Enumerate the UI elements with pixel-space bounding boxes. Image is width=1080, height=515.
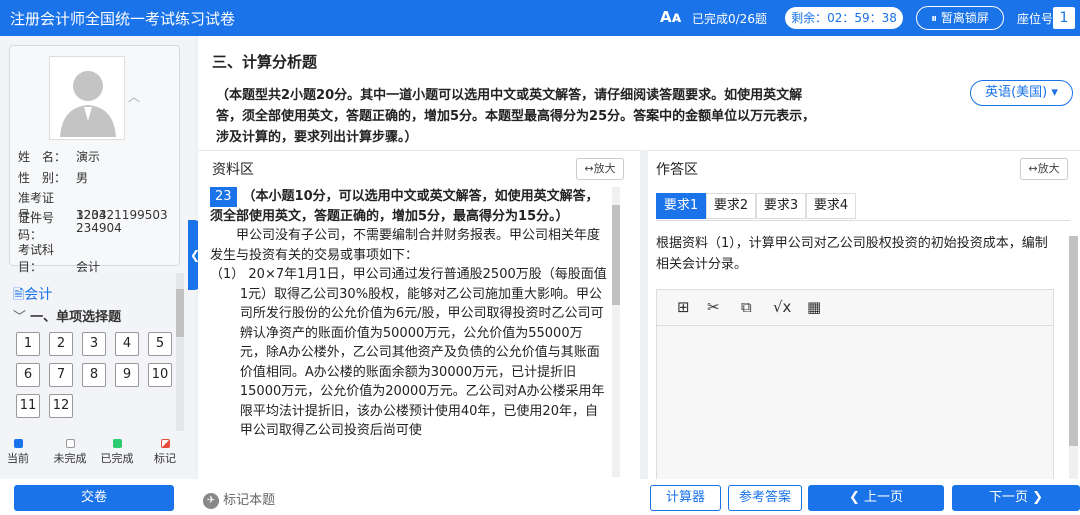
question-button[interactable]: 4 [115,332,139,356]
question-number: 23 [210,187,237,207]
cut-icon[interactable]: ✂ [707,298,720,316]
unanswered-swatch [65,439,75,448]
main-content: 三、计算分析题 （本题型共2小题20分。其中一道小题可以选用中文或英文解答，请仔… [198,36,1080,480]
tab-requirement-2[interactable]: 要求2 [706,193,756,219]
material-expand-button[interactable]: ↔放大 [576,158,624,180]
question-button[interactable]: 8 [82,363,106,387]
material-item-1: （1） 20×7年1月1日，甲公司通过发行普通股2500万股（每股面值1元）取得… [210,267,607,438]
question-button[interactable]: 2 [49,332,73,356]
bottom-bar: 交卷 ✈ 标记本题 计算器 参考答案 ❮ 上一页 下一页 ❯ [0,479,1080,515]
progress-text: 已完成0/26题 [692,12,767,26]
seat-number: 1 [1053,7,1075,29]
legend-flagged: 标记 [143,439,187,466]
font-size-icon[interactable]: Aᴀ [660,8,681,26]
info-gender: 性 别：男 [18,171,89,185]
avatar [49,56,125,140]
collapse-up-icon[interactable]: ︿ [128,88,140,105]
question-button[interactable]: 6 [16,363,40,387]
material-scrollbar[interactable] [612,187,620,477]
seat-label: 座位号 [1017,12,1054,26]
status-legend: 当前 未完成 已完成 标记 [7,439,188,469]
document-icon: 🗎 [13,287,25,303]
table-icon[interactable]: ▦ [807,298,821,316]
tab-requirement-1[interactable]: 要求1 [656,193,706,219]
nav-scrollbar[interactable] [176,273,184,431]
app-title: 注册会计师全国统一考试练习试卷 [10,10,236,28]
prev-page-button[interactable]: ❮ 上一页 [808,485,944,511]
current-swatch [13,439,23,448]
material-pane: 资料区 ↔放大 23 （本小题10分，可以选用中文或英文解答，如使用英文解答，须全… [198,150,640,479]
flagged-swatch [160,439,170,448]
legend-unanswered: 未完成 [48,439,92,466]
info-subject: 考试科目： 会计 [18,243,101,274]
reference-answer-button[interactable]: 参考答案 [728,485,802,511]
language-select[interactable]: 英语(美国) ▾ [970,80,1073,106]
info-id-number: 证件号码： 320321199503 234904 [18,208,168,243]
mark-question-button[interactable]: ✈ 标记本题 [203,489,275,509]
subject-nav-title[interactable]: 🗎会计 [13,284,52,308]
answer-expand-button[interactable]: ↔放大 [1020,158,1068,180]
answer-area: 根据资料（1），计算甲公司对乙公司股权投资的初始投资成本，编制相关会计分录。 ⊞… [656,220,1070,480]
tab-requirement-4[interactable]: 要求4 [806,193,856,219]
top-bar: 注册会计师全国统一考试练习试卷 Aᴀ 已完成0/26题 剩余：02：59：38 … [0,0,1080,36]
legend-current: 当前 [0,439,40,466]
requirement-text: 根据资料（1），计算甲公司对乙公司股权投资的初始投资成本，编制相关会计分录。 [656,236,1048,272]
question-button[interactable]: 5 [148,332,172,356]
insert-icon[interactable]: ⊞ [677,298,690,316]
question-button[interactable]: 9 [115,363,139,387]
question-intro: 23 （本小题10分，可以选用中文或英文解答，如使用英文解答，须全部使用英文，答题… [210,187,599,224]
next-page-button[interactable]: 下一页 ❯ [952,485,1080,511]
submit-button[interactable]: 交卷 [14,485,174,511]
formula-icon[interactable]: √x [773,298,791,316]
pane-divider[interactable] [640,150,648,479]
tab-requirement-3[interactable]: 要求3 [756,193,806,219]
answer-scrollbar[interactable] [1069,236,1078,479]
legend-answered: 已完成 [95,439,139,466]
copy-icon[interactable]: ⧉ [741,298,752,316]
calculator-button[interactable]: 计算器 [650,485,721,511]
section-nav-title[interactable]: ﹀ 一、单项选择题 [13,306,121,325]
answer-editor[interactable]: ⊞ ✂ ⧉ √x ▦ [656,289,1054,480]
chevron-down-icon: ﹀ [13,310,31,325]
editor-toolbar: ⊞ ✂ ⧉ √x ▦ [657,290,1053,326]
answered-swatch [112,439,122,448]
question-button[interactable]: 11 [16,394,40,418]
question-button[interactable]: 7 [49,363,73,387]
question-button[interactable]: 10 [148,363,172,387]
section-instruction: （本题型共2小题20分。其中一道小题可以选用中文或英文解答，请仔细阅读答题要求。… [216,88,816,145]
material-title: 资料区 [212,162,254,178]
material-paragraph: 甲公司没有子公司，不需要编制合并财务报表。甲公司相关年度发生与投资有关的交易或事… [210,228,601,263]
countdown-timer: 剩余：02：59：38 [785,7,903,29]
question-button[interactable]: 3 [82,332,106,356]
candidate-card: ︿ 姓 名： 演示 性 别：男 准考证号： 1234 证件号码： 3203211995… [9,45,180,274]
answer-title: 作答区 [656,162,698,178]
lock-screen-button[interactable]: ⏸ 暂离锁屏 [916,6,1004,30]
material-text: 23 （本小题10分，可以选用中文或英文解答，如使用英文解答，须全部使用英文，答题… [210,187,608,477]
section-title: 三、计算分析题 [212,53,318,71]
pin-icon: ✈ [203,492,219,509]
question-button[interactable]: 12 [49,394,73,418]
question-button[interactable]: 1 [16,332,40,356]
info-name: 姓 名： 演示 [18,150,101,164]
left-panel: ︿ 姓 名： 演示 性 别：男 准考证号： 1234 证件号码： 3203211995… [0,36,195,479]
